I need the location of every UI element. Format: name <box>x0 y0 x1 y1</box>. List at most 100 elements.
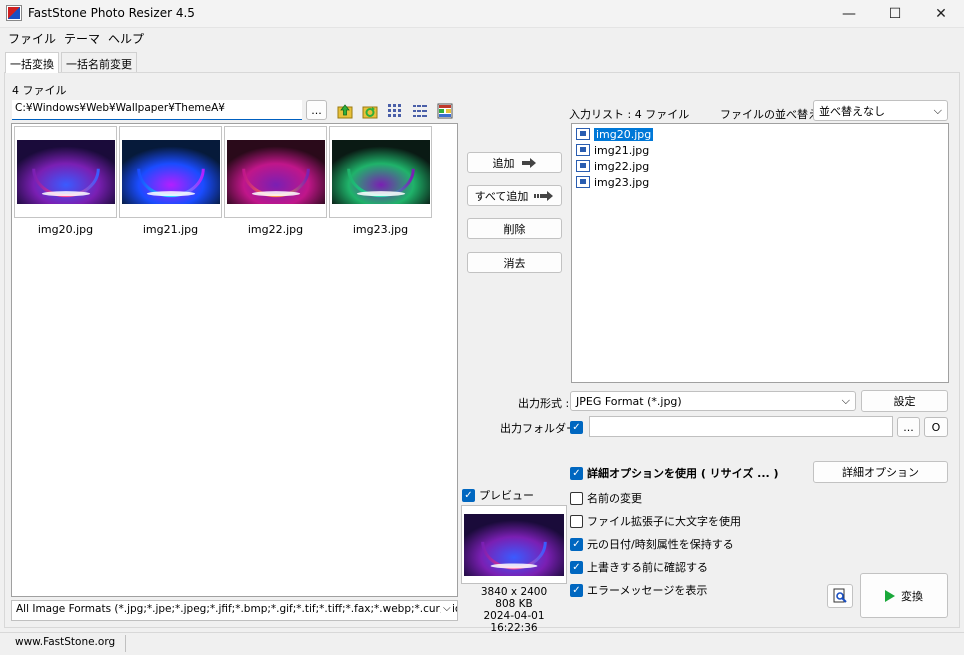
option-label: 元の日付/時刻属性を保持する <box>587 538 734 551</box>
option-confirm-overwrite[interactable]: ✓ 上書きする前に確認する <box>570 559 708 575</box>
tab-batch-convert[interactable]: 一括変換 <box>5 52 59 73</box>
thumbnail-item[interactable]: img21.jpg <box>119 126 222 236</box>
add-button-label: 追加 <box>492 156 515 170</box>
file-count: 4 ファイル <box>12 84 67 97</box>
thumbnail-label: img23.jpg <box>352 223 409 236</box>
list-item-label: img22.jpg <box>594 159 650 173</box>
website-link[interactable]: www.FastStone.org <box>5 635 127 652</box>
list-item[interactable]: img20.jpg <box>576 126 944 142</box>
output-format-value: JPEG Format (*.jpg) <box>576 394 682 408</box>
file-browser[interactable]: img20.jpg img21.jpg img22.jpg img23.jpg <box>11 123 458 597</box>
checkbox-check-icon: ✓ <box>570 421 583 434</box>
image-file-icon <box>576 128 590 140</box>
magnifier-icon <box>833 588 847 603</box>
close-icon: ✕ <box>935 6 947 22</box>
maximize-button[interactable]: ☐ <box>872 0 918 28</box>
menu-file[interactable]: ファイル <box>8 30 56 47</box>
menu-help[interactable]: ヘルプ <box>108 30 144 47</box>
arrow-right-icon <box>521 157 536 168</box>
option-show-errors[interactable]: ✓ エラーメッセージを表示 <box>570 582 707 598</box>
output-format-label: 出力形式 : <box>518 397 570 410</box>
open-output-folder-button[interactable]: O <box>924 417 948 437</box>
checkbox-check-icon: ✓ <box>570 466 583 480</box>
checkbox-icon <box>570 491 583 505</box>
format-settings-button[interactable]: 設定 <box>861 390 948 412</box>
image-file-icon <box>576 176 590 188</box>
preview-info: 3840 x 2400 808 KB 2024-04-01 16:22:36 <box>461 586 567 634</box>
preview-toggle[interactable]: ✓ プレビュー <box>462 487 534 503</box>
list-item-label: img21.jpg <box>594 143 650 157</box>
clear-button[interactable]: 消去 <box>467 252 562 273</box>
preview-label: プレビュー <box>479 489 534 502</box>
refresh-icon[interactable] <box>362 103 378 119</box>
list-item[interactable]: img22.jpg <box>576 158 944 174</box>
checkbox-check-icon: ✓ <box>570 560 583 574</box>
tab-batch-rename[interactable]: 一括名前変更 <box>61 52 137 72</box>
list-item[interactable]: img21.jpg <box>576 142 944 158</box>
thumbnail-image <box>121 140 220 204</box>
status-bar <box>0 632 964 655</box>
thumbnail-label: img21.jpg <box>142 223 199 236</box>
thumbnail-frame <box>14 126 117 218</box>
option-label: エラーメッセージを表示 <box>587 584 708 597</box>
menu-theme[interactable]: テーマ <box>64 30 100 47</box>
thumbnail-view-icon[interactable] <box>387 103 403 119</box>
option-uppercase-ext[interactable]: ファイル拡張子に大文字を使用 <box>570 513 741 529</box>
image-file-icon <box>576 144 590 156</box>
list-item[interactable]: img23.jpg <box>576 174 944 190</box>
thumbnail-frame <box>119 126 222 218</box>
browse-output-folder-button[interactable]: ... <box>897 417 920 437</box>
add-button[interactable]: 追加 <box>467 152 562 173</box>
checkbox-check-icon: ✓ <box>570 537 583 551</box>
option-rename[interactable]: 名前の変更 <box>570 490 642 506</box>
option-use-advanced[interactable]: ✓ 詳細オプションを使用 ( リサイズ ... ) <box>570 465 779 481</box>
close-button[interactable]: ✕ <box>918 0 964 28</box>
thumbnail-label: img20.jpg <box>37 223 94 236</box>
file-type-filter[interactable]: All Image Formats (*.jpg;*.jpe;*.jpeg;*.… <box>11 600 458 621</box>
thumbnail-image <box>16 140 115 204</box>
output-folder-checkbox[interactable]: ✓ <box>570 420 583 434</box>
thumbnail-label: img22.jpg <box>247 223 304 236</box>
convert-button[interactable]: 変換 <box>860 573 948 618</box>
thumbnail-frame <box>329 126 432 218</box>
play-icon <box>885 589 895 602</box>
remove-button[interactable]: 削除 <box>467 218 562 239</box>
minimize-icon: — <box>842 6 856 22</box>
add-all-button[interactable]: すべて追加 <box>467 185 562 206</box>
advanced-options-button[interactable]: 詳細オプション <box>813 461 948 483</box>
maximize-icon: ☐ <box>888 6 902 22</box>
option-label: ファイル拡張子に大文字を使用 <box>587 515 741 528</box>
chevron-down-icon[interactable]: ⌵ <box>441 603 453 614</box>
window-title: FastStone Photo Resizer 4.5 <box>28 6 195 20</box>
detail-view-icon[interactable] <box>437 103 453 119</box>
file-type-filter-value: All Image Formats (*.jpg;*.jpe;*.jpeg;*.… <box>16 603 457 615</box>
thumbnail-item[interactable]: img22.jpg <box>224 126 327 236</box>
output-folder-input[interactable] <box>589 416 893 437</box>
list-item-label: img23.jpg <box>594 175 650 189</box>
preview-date: 2024-04-01 16:22:36 <box>483 610 545 634</box>
browse-folder-button[interactable]: ... <box>306 100 327 120</box>
preview-panel <box>461 505 567 584</box>
option-keep-datetime[interactable]: ✓ 元の日付/時刻属性を保持する <box>570 536 734 552</box>
output-format-select[interactable]: JPEG Format (*.jpg) ⌵ <box>570 391 856 411</box>
thumbnail-image <box>331 140 430 204</box>
list-view-icon[interactable] <box>412 103 428 119</box>
folder-up-icon[interactable] <box>337 103 353 119</box>
list-item-label: img20.jpg <box>594 127 654 141</box>
arrow-right-double-icon <box>534 190 554 201</box>
add-all-button-label: すべて追加 <box>474 189 529 203</box>
input-list[interactable]: img20.jpg img21.jpg img22.jpg img23.jpg <box>571 123 949 383</box>
preview-output-button[interactable] <box>827 584 853 608</box>
image-file-icon <box>576 160 590 172</box>
thumbnail-item[interactable]: img23.jpg <box>329 126 432 236</box>
thumbnail-item[interactable]: img20.jpg <box>14 126 117 236</box>
thumbnail-image <box>226 140 325 204</box>
convert-button-label: 変換 <box>901 589 923 603</box>
sort-select[interactable]: 並べ替えなし ⌵ <box>813 100 948 121</box>
minimize-button[interactable]: — <box>826 0 872 28</box>
sort-select-value: 並べ替えなし <box>819 104 885 118</box>
folder-path-input[interactable]: C:¥Windows¥Web¥Wallpaper¥ThemeA¥ <box>12 100 302 120</box>
option-label: 名前の変更 <box>587 492 642 505</box>
preview-image <box>464 513 564 576</box>
thumbnail-frame <box>224 126 327 218</box>
